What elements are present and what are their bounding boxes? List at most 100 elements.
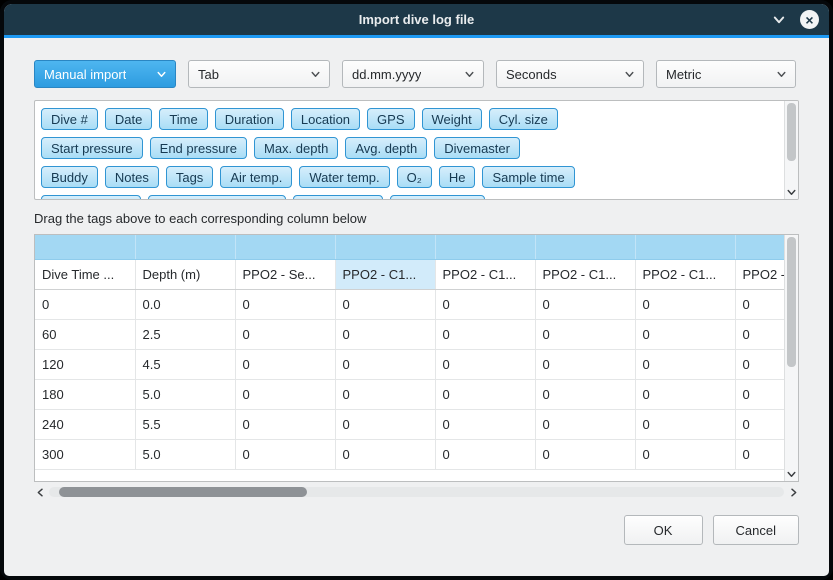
column-drop-target[interactable] <box>635 235 735 259</box>
tag-o[interactable]: O₂ <box>397 166 432 188</box>
tag-notes[interactable]: Notes <box>105 166 159 188</box>
titlebar[interactable]: Import dive log file × <box>4 4 829 35</box>
table-cell: 0 <box>235 439 335 469</box>
import-options-row: Manual import Tab dd.mm.yyyy Seconds Metric <box>34 60 799 88</box>
tags-scrollbar-thumb[interactable] <box>787 103 796 161</box>
tag-duration[interactable]: Duration <box>215 108 284 130</box>
column-header[interactable]: PPO2 - C1... <box>335 259 435 289</box>
column-header[interactable]: PPO2 - Se... <box>235 259 335 289</box>
scroll-left-icon[interactable] <box>34 487 46 498</box>
shade-window-icon[interactable] <box>770 11 788 29</box>
table-cell: 0 <box>635 349 735 379</box>
table-cell: 180 <box>35 379 135 409</box>
column-drop-target[interactable] <box>735 235 784 259</box>
table-cell: 0 <box>235 319 335 349</box>
table-cell: 4.5 <box>135 349 235 379</box>
import-mode-combo[interactable]: Manual import <box>34 60 176 88</box>
tag-cyl-size[interactable]: Cyl. size <box>489 108 558 130</box>
tag-dive[interactable]: Dive # <box>41 108 98 130</box>
cancel-button[interactable]: Cancel <box>713 515 799 545</box>
hscroll-track[interactable] <box>49 487 784 497</box>
tag-date[interactable]: Date <box>105 108 152 130</box>
combo-selected-value: Tab <box>198 67 219 82</box>
date-format-combo[interactable]: dd.mm.yyyy <box>342 60 484 88</box>
table-viewport: Dive Time ...Depth (m)PPO2 - Se...PPO2 -… <box>35 235 784 481</box>
chevron-down-icon <box>776 69 787 80</box>
table-cell: 0 <box>335 319 435 349</box>
tag-sample-cns[interactable]: Sample CNS <box>390 195 485 199</box>
column-drop-target[interactable] <box>435 235 535 259</box>
table-scrollbar-thumb[interactable] <box>787 237 796 367</box>
ok-button[interactable]: OK <box>624 515 703 545</box>
tag-sample-po[interactable]: Sample pO₂ <box>293 195 383 199</box>
drag-instruction: Drag the tags above to each correspondin… <box>34 211 799 226</box>
units-combo[interactable]: Metric <box>656 60 796 88</box>
tag-start-pressure[interactable]: Start pressure <box>41 137 143 159</box>
tag-max-depth[interactable]: Max. depth <box>254 137 338 159</box>
table-cell: 0 <box>435 379 535 409</box>
tag-water-temp[interactable]: Water temp. <box>299 166 389 188</box>
table-cell: 0 <box>335 349 435 379</box>
time-format-combo[interactable]: Seconds <box>496 60 644 88</box>
table-cell: 0 <box>735 439 784 469</box>
tags-scrollbar[interactable] <box>784 101 798 199</box>
column-header[interactable]: PPO2 - C1... <box>735 259 784 289</box>
column-drop-target[interactable] <box>35 235 135 259</box>
tag-weight[interactable]: Weight <box>422 108 482 130</box>
tag-sample-temperature[interactable]: Sample temperature <box>148 195 286 199</box>
chevron-down-icon <box>310 69 321 80</box>
table-cell: 0.0 <box>135 289 235 319</box>
scroll-down-icon[interactable] <box>785 187 798 198</box>
hscroll-thumb[interactable] <box>59 487 307 497</box>
tag-divemaster[interactable]: Divemaster <box>434 137 520 159</box>
window-frame: Import dive log file × Manual import Tab d… <box>0 0 833 580</box>
table-cell: 0 <box>535 349 635 379</box>
tag-air-temp[interactable]: Air temp. <box>220 166 292 188</box>
scroll-right-icon[interactable] <box>787 487 799 498</box>
table-cell: 0 <box>635 379 735 409</box>
tag-row: Dive # Date Time Duration Location GPS Weight C… <box>41 108 778 130</box>
column-drop-target[interactable] <box>235 235 335 259</box>
table-cell: 0 <box>435 319 535 349</box>
header-row: Dive Time ...Depth (m)PPO2 - Se...PPO2 -… <box>35 259 784 289</box>
tag-row: Start pressure End pressure Max. depth Avg.… <box>41 137 778 159</box>
column-header[interactable]: Depth (m) <box>135 259 235 289</box>
import-data-grid: Dive Time ...Depth (m)PPO2 - Se...PPO2 -… <box>35 235 784 470</box>
table-cell: 0 <box>535 409 635 439</box>
tag-end-pressure[interactable]: End pressure <box>150 137 247 159</box>
tags-list: Dive # Date Time Duration Location GPS Weight C… <box>35 101 784 199</box>
table-cell: 0 <box>735 289 784 319</box>
field-separator-combo[interactable]: Tab <box>188 60 330 88</box>
tag-gps[interactable]: GPS <box>367 108 414 130</box>
tag-buddy[interactable]: Buddy <box>41 166 98 188</box>
tag-sample-time[interactable]: Sample time <box>482 166 574 188</box>
table-cell: 0 <box>235 349 335 379</box>
column-header[interactable]: PPO2 - C1... <box>635 259 735 289</box>
table-cell: 0 <box>335 379 435 409</box>
table-row: 1805.0000000 <box>35 379 784 409</box>
table-cell: 5.0 <box>135 439 235 469</box>
close-icon[interactable]: × <box>800 10 819 29</box>
table-cell: 0 <box>35 289 135 319</box>
tag-time[interactable]: Time <box>159 108 207 130</box>
table-cell: 300 <box>35 439 135 469</box>
column-drop-target[interactable] <box>135 235 235 259</box>
column-drop-target[interactable] <box>535 235 635 259</box>
tag-sample-depth[interactable]: Sample depth <box>41 195 141 199</box>
column-header[interactable]: Dive Time ... <box>35 259 135 289</box>
tag-avg-depth[interactable]: Avg. depth <box>345 137 427 159</box>
combo-selected-value: Manual import <box>44 67 126 82</box>
table-scrollbar[interactable] <box>784 235 798 481</box>
chevron-down-icon <box>156 69 167 80</box>
table-row: 2405.5000000 <box>35 409 784 439</box>
tag-he[interactable]: He <box>439 166 476 188</box>
scroll-down-icon[interactable] <box>785 469 798 480</box>
tag-tags[interactable]: Tags <box>166 166 213 188</box>
table-cell: 0 <box>235 409 335 439</box>
table-row: 00.0000000 <box>35 289 784 319</box>
column-header[interactable]: PPO2 - C1... <box>535 259 635 289</box>
column-header[interactable]: PPO2 - C1... <box>435 259 535 289</box>
column-drop-target[interactable] <box>335 235 435 259</box>
tag-location[interactable]: Location <box>291 108 360 130</box>
table-hscrollbar[interactable] <box>34 485 799 499</box>
